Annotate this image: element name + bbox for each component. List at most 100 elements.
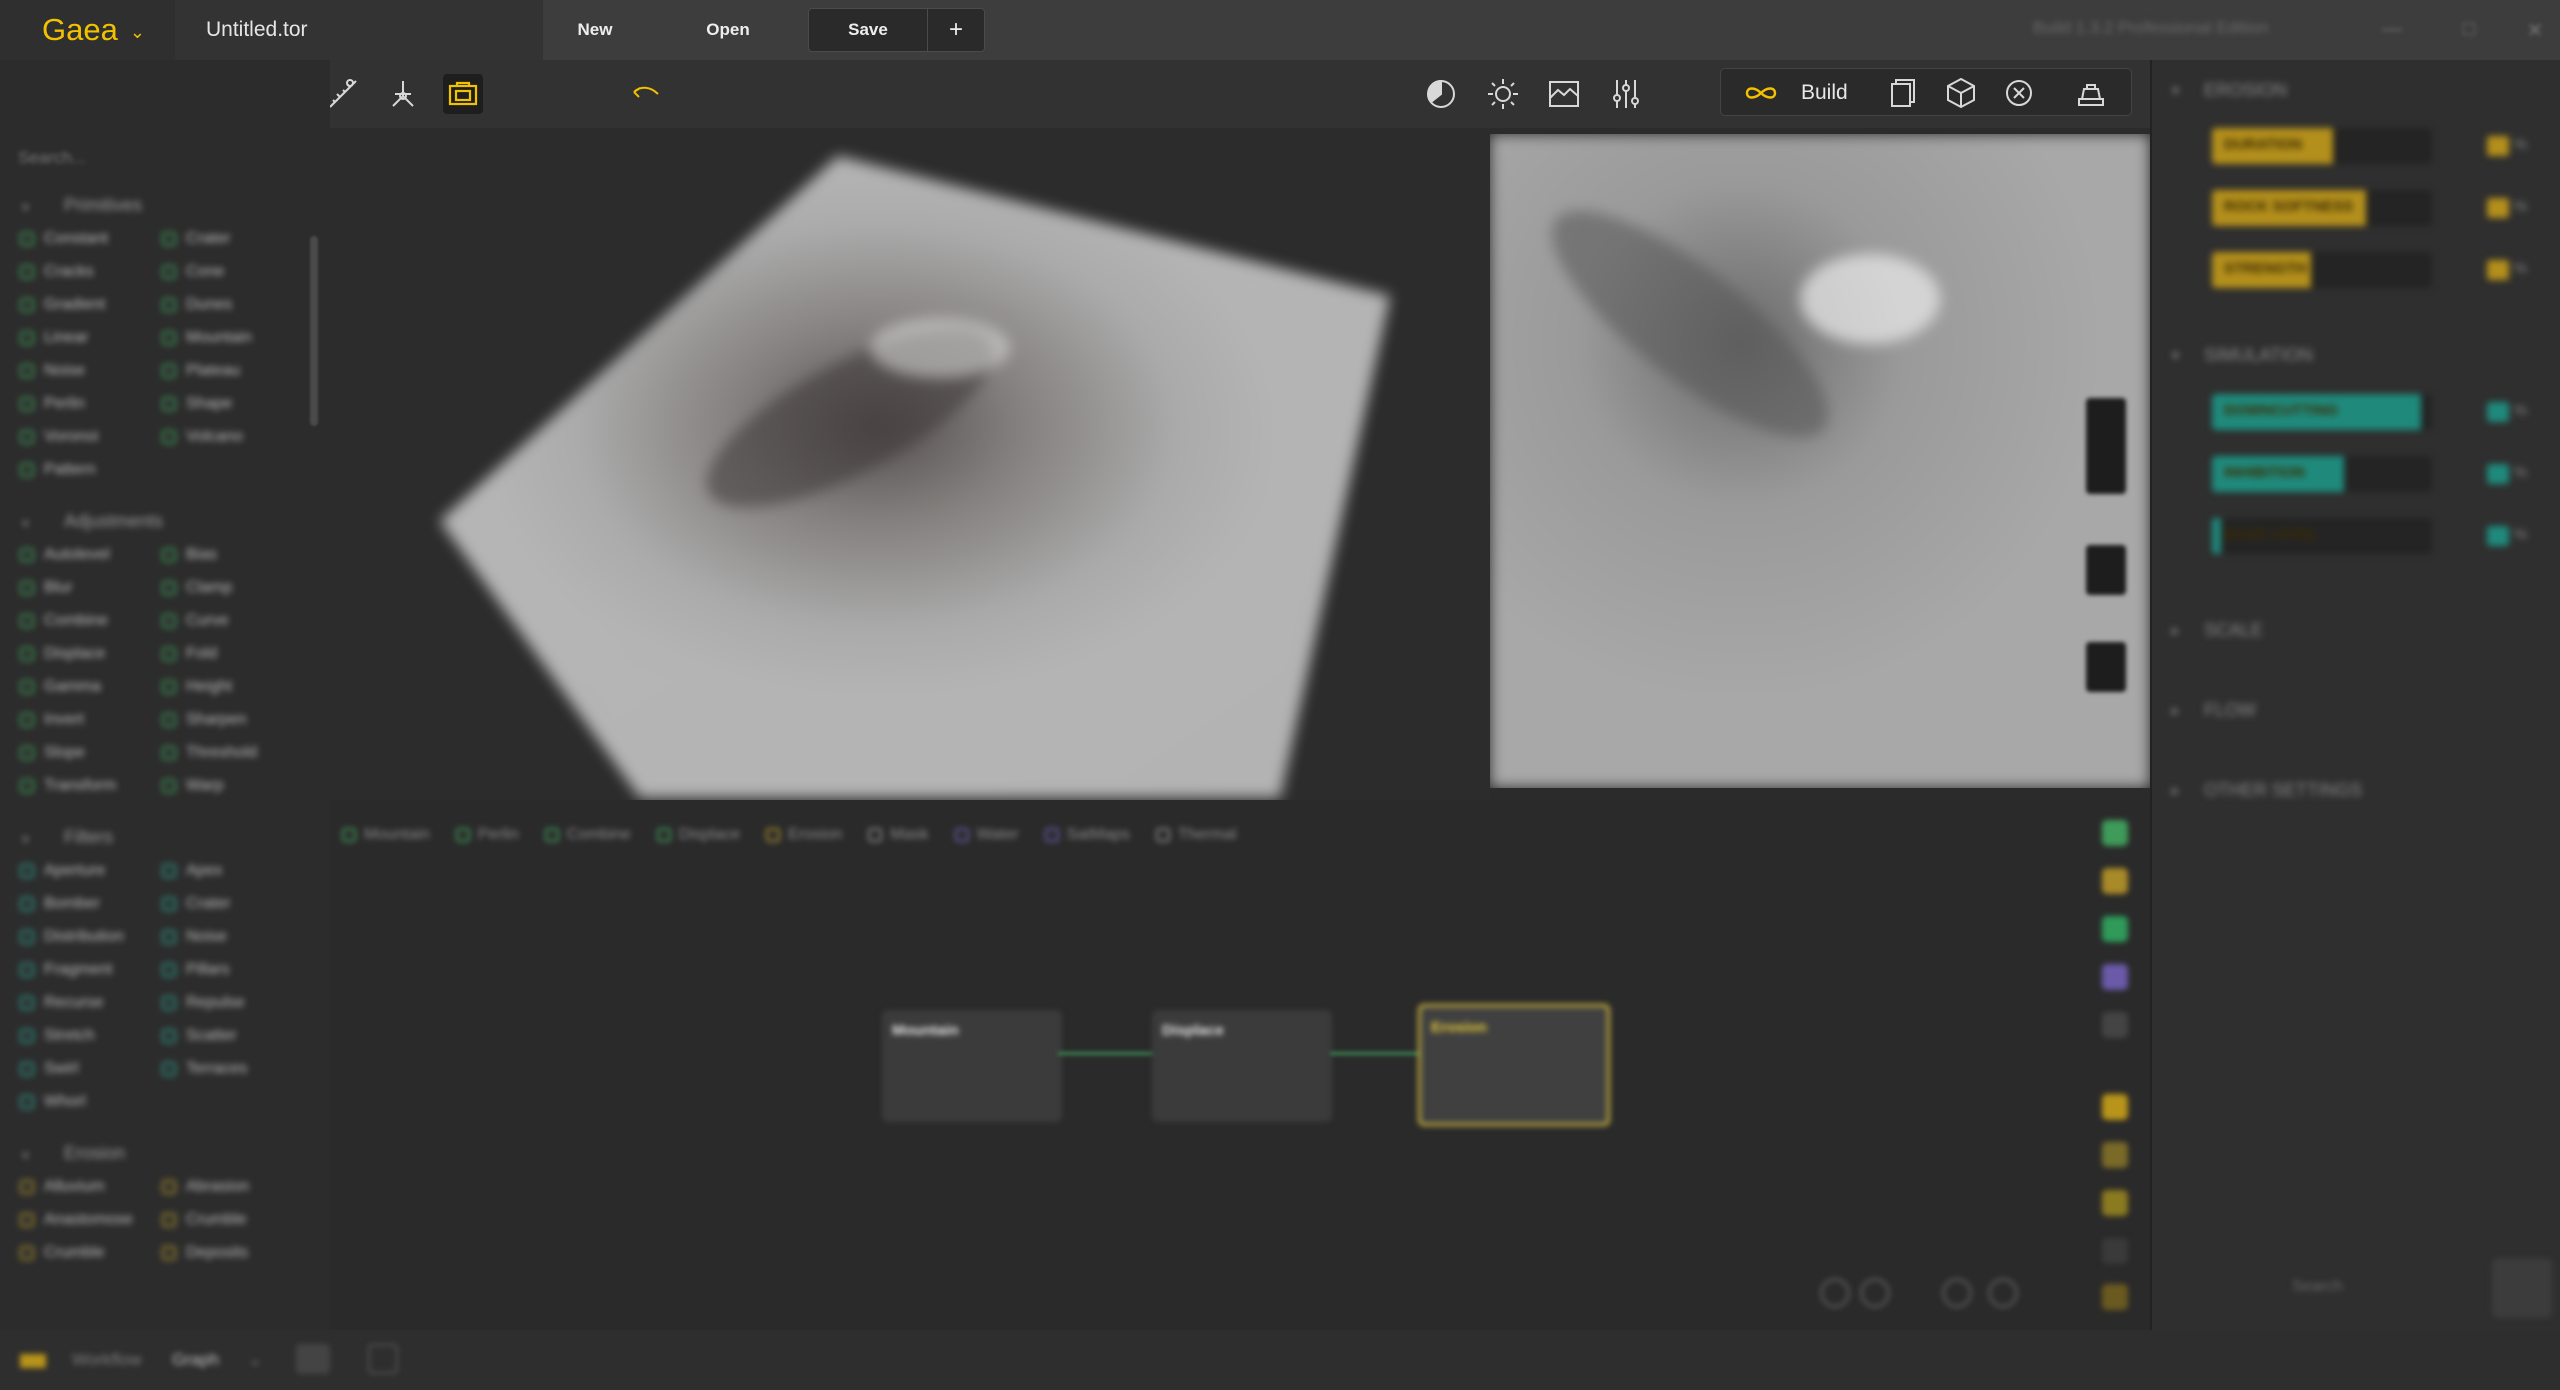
graph-zoom-icon[interactable] <box>1860 1278 1890 1308</box>
library-node-item[interactable]: Bomber <box>20 890 162 917</box>
minimize-icon[interactable]: — <box>2380 18 2404 42</box>
library-node-item[interactable]: Constant <box>20 225 162 252</box>
cube-icon[interactable] <box>1941 73 1981 113</box>
library-section-header[interactable]: ▾ Primitives <box>0 185 310 225</box>
section-other-settings[interactable]: ▸ OTHER SETTINGS <box>2172 780 2362 801</box>
camera-rig-icon[interactable] <box>383 74 423 114</box>
terrain-view-icon[interactable] <box>1544 74 1584 114</box>
library-node-item[interactable]: Swirl <box>20 1055 162 1082</box>
library-node-item[interactable]: Sharpen <box>162 706 304 733</box>
graph-node-selected[interactable]: Erosion <box>1418 1004 1610 1126</box>
lighting-icon[interactable] <box>1421 74 1461 114</box>
graph-quick-node[interactable]: Thermal <box>1155 820 1237 850</box>
graph-add-filter-icon[interactable] <box>2102 916 2128 942</box>
library-node-item[interactable]: Combine <box>20 607 162 634</box>
graph-add-color-icon[interactable] <box>2102 964 2128 990</box>
library-node-item[interactable]: Dunes <box>162 291 304 318</box>
graph-add-erosion-icon[interactable] <box>2102 868 2128 894</box>
property-slider[interactable]: ROCK SOFTNESS <box>2212 190 2432 226</box>
library-search-input[interactable]: Search... <box>0 140 320 176</box>
library-node-item[interactable]: Repulse <box>162 989 304 1016</box>
library-node-item[interactable]: Whorl <box>20 1088 162 1115</box>
graph-node[interactable]: Displace <box>1152 1010 1332 1122</box>
library-node-item[interactable]: Recurse <box>20 989 162 1016</box>
pin-panel-button[interactable] <box>2492 1258 2552 1318</box>
graph-quick-node[interactable]: Mask <box>868 820 929 850</box>
graph-add-misc-icon[interactable] <box>2102 1012 2128 1038</box>
viewport-2d[interactable] <box>1490 134 2150 788</box>
library-node-item[interactable]: Noise <box>162 923 304 950</box>
library-node-item[interactable]: Aperture <box>20 857 162 884</box>
export-icon[interactable] <box>2071 73 2111 113</box>
library-node-item[interactable]: Noise <box>20 357 162 384</box>
viewport-zoom-controls[interactable] <box>2086 398 2126 494</box>
library-node-item[interactable]: Plateau <box>162 357 304 384</box>
section-flow[interactable]: ▸ FLOW <box>2172 700 2256 721</box>
library-node-item[interactable]: Volcano <box>162 423 304 450</box>
build-button[interactable]: Build <box>1801 81 1848 105</box>
library-node-item[interactable]: Terraces <box>162 1055 304 1082</box>
library-node-item[interactable]: Linear <box>20 324 162 351</box>
library-node-item[interactable]: Transform <box>20 772 162 799</box>
snapshot-icon[interactable] <box>443 74 483 114</box>
graph-quick-node[interactable]: Perlin <box>455 820 519 850</box>
library-node-item[interactable]: Mountain <box>162 324 304 351</box>
library-node-item[interactable]: Slope <box>20 739 162 766</box>
graph-tab[interactable]: Graph <box>172 1350 219 1370</box>
property-search-input[interactable]: Search <box>2292 1278 2422 1308</box>
library-node-item[interactable]: Scatter <box>162 1022 304 1049</box>
library-node-item[interactable]: Fold <box>162 640 304 667</box>
property-slider[interactable]: STRENGTH <box>2212 252 2432 288</box>
build-link-icon[interactable] <box>1741 73 1781 113</box>
property-value[interactable]: 50 <box>2487 260 2509 280</box>
library-section-header[interactable]: ▾ Adjustments <box>0 501 310 541</box>
save-options-button[interactable]: + <box>927 8 985 52</box>
graph-note-icon[interactable] <box>2102 1238 2128 1264</box>
new-button[interactable]: New <box>560 8 630 52</box>
property-value[interactable]: 40 <box>2487 198 2509 218</box>
library-node-item[interactable]: Distribution <box>20 923 162 950</box>
section-erosion[interactable]: ▾ EROSION <box>2172 80 2287 101</box>
property-slider[interactable]: INHIBITION <box>2212 456 2432 492</box>
cancel-build-icon[interactable] <box>1999 73 2039 113</box>
library-node-item[interactable]: Clamp <box>162 574 304 601</box>
library-node-item[interactable]: Apex <box>162 857 304 884</box>
graph-group-icon[interactable] <box>2102 1190 2128 1216</box>
library-node-item[interactable]: Crumble <box>20 1239 162 1266</box>
save-button[interactable]: Save <box>808 8 928 52</box>
node-graph[interactable]: Mountain Perlin Combine Displace Erosion Mask… <box>330 800 2150 1330</box>
graph-export-icon[interactable] <box>2102 1142 2128 1168</box>
add-graph-icon[interactable] <box>368 1344 398 1374</box>
library-section-header[interactable]: ▾ Erosion <box>0 1133 310 1173</box>
library-node-item[interactable]: Voronoi <box>20 423 162 450</box>
library-node-item[interactable]: Fragment <box>20 956 162 983</box>
library-node-item[interactable]: Crater <box>162 225 304 252</box>
graph-minimap-icon[interactable] <box>2102 1284 2128 1310</box>
graph-center-icon[interactable] <box>1942 1278 1972 1308</box>
sun-icon[interactable] <box>1483 74 1523 114</box>
undo-icon[interactable] <box>626 74 666 114</box>
chevron-down-icon[interactable]: ⌄ <box>248 1350 262 1370</box>
library-node-item[interactable]: Cone <box>162 258 304 285</box>
graph-quick-node[interactable]: Mountain <box>342 820 430 850</box>
library-node-item[interactable]: Autolevel <box>20 541 162 568</box>
property-slider[interactable]: DURATION <box>2212 128 2432 164</box>
library-node-item[interactable]: Displace <box>20 640 162 667</box>
library-node-item[interactable]: Curve <box>162 607 304 634</box>
viewport-options-button[interactable] <box>2086 642 2126 692</box>
library-node-item[interactable]: Height <box>162 673 304 700</box>
library-node-item[interactable]: Threshold <box>162 739 304 766</box>
library-scrollbar[interactable] <box>310 236 318 426</box>
library-node-item[interactable]: Pattern <box>20 456 162 483</box>
library-node-item[interactable]: Bias <box>162 541 304 568</box>
graph-play-icon[interactable] <box>1988 1278 2018 1308</box>
library-node-item[interactable]: Invert <box>20 706 162 733</box>
library-node-item[interactable]: Anastomose <box>20 1206 162 1233</box>
library-node-item[interactable]: Blur <box>20 574 162 601</box>
graph-node[interactable]: Mountain <box>882 1010 1062 1122</box>
settings-sliders-icon[interactable] <box>1606 74 1646 114</box>
section-simulation[interactable]: ▾ SIMULATION <box>2172 345 2313 366</box>
viewport-texture-toggle[interactable] <box>2086 545 2126 595</box>
library-node-item[interactable]: Cracks <box>20 258 162 285</box>
property-value[interactable]: 8 <box>2487 136 2509 156</box>
